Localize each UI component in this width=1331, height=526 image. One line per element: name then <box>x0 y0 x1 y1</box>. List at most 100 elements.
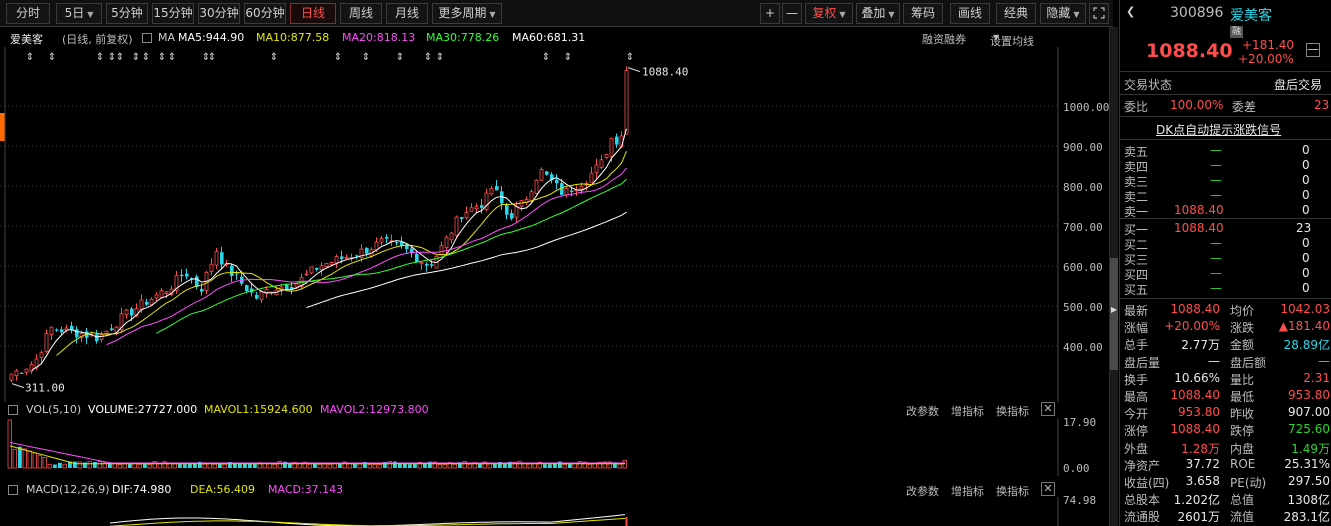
event-marker-icon[interactable]: ⇕ <box>132 52 140 63</box>
vol-add-indicator[interactable]: 增指标 <box>951 403 984 419</box>
candle <box>469 203 474 213</box>
volume-bar <box>322 463 327 469</box>
chart-mode: (日线, 前复权) <box>62 33 133 46</box>
candle <box>119 307 124 334</box>
fuquan-dropdown[interactable]: 复权 ▼ <box>805 3 853 24</box>
event-marker-icon[interactable]: ⇕ <box>158 52 166 63</box>
volume-bar <box>37 454 42 469</box>
candle <box>180 269 184 283</box>
close-icon[interactable]: ✕ <box>1041 402 1055 416</box>
volume-bar <box>22 448 27 469</box>
period-tab-daily[interactable]: 日线 <box>290 3 336 24</box>
quote-header: ❮ 300896 爱美客 <box>1120 5 1331 24</box>
scrollbar-thumb[interactable] <box>1110 258 1118 370</box>
overlay-dropdown[interactable]: 叠加 ▼ <box>856 3 900 24</box>
candle-body <box>315 267 319 270</box>
event-marker-icon[interactable]: ⇕ <box>334 52 342 63</box>
draw-line-button[interactable]: 画线 <box>950 3 990 24</box>
period-tab-15min[interactable]: 15分钟 <box>152 3 194 24</box>
period-tab-weekly[interactable]: 周线 <box>340 3 382 24</box>
candle <box>574 185 579 196</box>
event-marker-icon[interactable]: ⇕ <box>564 52 572 63</box>
chevron-down-icon: ▼ <box>1073 10 1080 19</box>
candle-body <box>130 308 134 316</box>
vol-axis-bottom: 0.00 <box>1063 462 1090 475</box>
candle-body <box>534 179 539 194</box>
period-tab-5day[interactable]: 5日 ▼ <box>56 3 102 24</box>
period-tab-30min[interactable]: 30分钟 <box>198 3 240 24</box>
stat-row: 净资产 37.72 ROE 25.31% <box>1120 457 1331 473</box>
rzrq-button[interactable]: 融资融券 <box>922 31 966 47</box>
event-marker-icon[interactable]: ⇕ <box>626 52 634 63</box>
prev-stock-arrow-icon[interactable]: ❮ <box>1126 5 1135 18</box>
candle <box>110 324 114 332</box>
vol-title: VOL(5,10) <box>26 403 82 416</box>
event-marker-icon[interactable]: ⇕ <box>208 52 216 63</box>
collapse-icon[interactable]: — <box>1306 43 1320 57</box>
close-icon[interactable]: ✕ <box>1041 482 1055 496</box>
volume-bar <box>212 463 217 469</box>
candle <box>145 298 149 307</box>
sell-volume: 0 <box>1302 143 1310 157</box>
weicha-value: 23 <box>1314 98 1330 112</box>
vol-change-params[interactable]: 改参数 <box>906 403 939 419</box>
event-marker-icon[interactable]: ⇕ <box>424 52 432 63</box>
event-marker-icon[interactable]: ⇕ <box>48 52 56 63</box>
event-marker-icon[interactable]: ⇕ <box>270 52 278 63</box>
volume-bar <box>42 456 47 469</box>
candle-body <box>235 273 239 275</box>
stat-value: 25.31% <box>1284 456 1330 471</box>
event-marker-icon[interactable]: ⇕ <box>116 52 124 63</box>
more-periods-dropdown[interactable]: 更多周期 ▼ <box>432 3 502 24</box>
chips-button[interactable]: 筹码 <box>903 3 943 24</box>
volume-bar <box>317 463 322 469</box>
chevron-down-icon: ▼ <box>993 33 1000 42</box>
zoom-out-button[interactable]: — <box>782 3 802 24</box>
candle-body <box>579 185 584 190</box>
candle-body <box>49 326 54 335</box>
chart-stock-name: 爱美客 <box>10 33 43 46</box>
event-marker-icon[interactable]: ⇕ <box>96 52 104 63</box>
candle-body <box>200 288 204 292</box>
collapse-arrow-icon[interactable]: ▶ <box>1110 305 1118 314</box>
event-marker-icon[interactable]: ⇕ <box>142 52 150 63</box>
candle <box>510 209 514 221</box>
period-tab-monthly[interactable]: 月线 <box>386 3 428 24</box>
event-marker-icon[interactable]: ⇕ <box>362 52 370 63</box>
volume-bar <box>587 463 592 469</box>
volume-bar <box>77 461 82 469</box>
vol-swap-indicator[interactable]: 换指标 <box>996 403 1029 419</box>
candle <box>460 216 464 223</box>
trade-status-label: 交易状态 <box>1124 78 1173 92</box>
classic-button[interactable]: 经典 <box>996 3 1036 24</box>
event-marker-icon[interactable]: ⇕ <box>168 52 176 63</box>
zoom-in-button[interactable]: + <box>760 3 780 24</box>
volume-bar <box>517 460 522 469</box>
candle <box>564 186 569 198</box>
candle-body <box>39 352 44 359</box>
period-tab-60min[interactable]: 60分钟 <box>244 3 286 24</box>
candle-body <box>419 262 424 265</box>
volume-bar <box>327 463 332 469</box>
sell-price: — <box>1210 188 1222 202</box>
event-marker-icon[interactable]: ⇕ <box>26 52 34 63</box>
volume-bar <box>58 462 62 468</box>
candle-body <box>95 334 99 342</box>
divider <box>1120 218 1331 219</box>
event-marker-icon[interactable]: ⇕ <box>396 52 404 63</box>
price-annotations: 1088.40 311.00 <box>11 66 688 395</box>
period-tab-5min[interactable]: 5分钟 <box>106 3 148 24</box>
event-marker-icon[interactable]: ⇕ <box>542 52 550 63</box>
expand-icon[interactable] <box>1089 3 1109 24</box>
dk-signal-link[interactable]: DK点自动提示涨跌信号 <box>1156 121 1281 138</box>
hide-dropdown[interactable]: 隐藏 ▼ <box>1040 3 1086 24</box>
dea-value: DEA:56.409 <box>190 483 255 496</box>
period-tab-5day-label: 5日 <box>64 6 85 20</box>
candle <box>594 158 599 179</box>
period-tab-fenshi[interactable]: 分时 <box>6 3 50 24</box>
candlestick-chart[interactable]: ⇕ ⇕ ⇕ ⇕ ⇕ ⇕ ⇕ ⇕ ⇕ ⇕⇕ ⇕ ⇕ ⇕ ⇕ ⇕ ⇕ ⇕ ⇕ ⇕ 1088.40 311.00 <box>0 47 1108 402</box>
event-marker-icon[interactable]: ⇕ <box>436 52 444 63</box>
candle-body <box>230 265 234 276</box>
volume-bar <box>97 461 102 469</box>
candle-body <box>555 179 559 184</box>
